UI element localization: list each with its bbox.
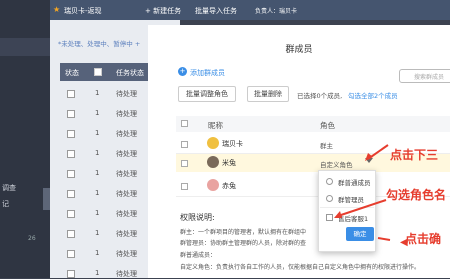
- annotation-arrows: [334, 144, 391, 241]
- callout-click-chevron: 点击下三: [390, 148, 439, 162]
- arrow-head-icon: ◀: [400, 237, 408, 248]
- callout-click-confirm: 点击确: [405, 232, 442, 246]
- callout-check-role: 勾选角色名: [386, 188, 447, 202]
- arrow-head: [365, 153, 373, 161]
- arrow-line: [337, 199, 387, 217]
- arrow-head: [334, 211, 342, 218]
- arrow-line: [377, 237, 391, 241]
